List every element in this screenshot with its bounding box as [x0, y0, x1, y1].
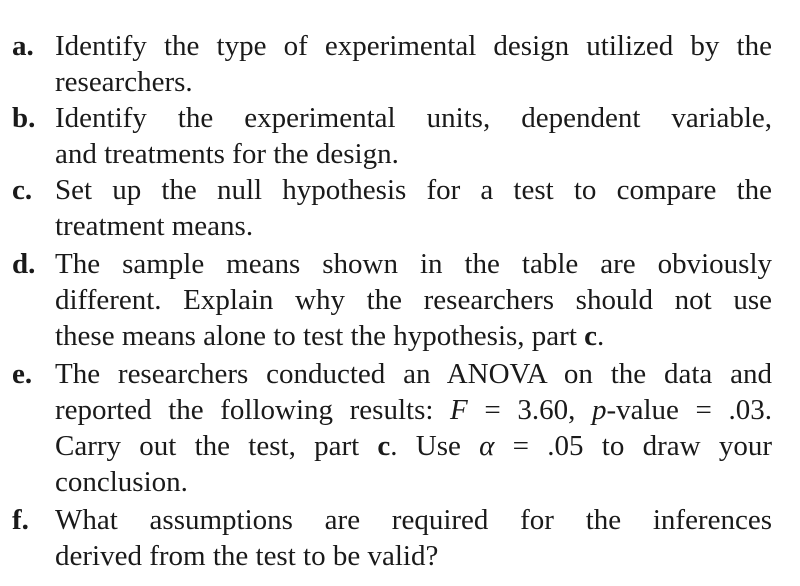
- text-span: these means alone to test the hypothesis…: [55, 320, 585, 352]
- text-span: = 3.60,: [467, 394, 592, 426]
- question-label: a.: [12, 30, 34, 62]
- question-text-line: reported the following results: F = 3.60…: [55, 392, 772, 428]
- text-span: . Use: [390, 430, 480, 462]
- question-label: f.: [12, 504, 29, 536]
- question-text-line: these means alone to test the hypothesis…: [55, 318, 772, 354]
- question-text-line: The sample means shown in the table are …: [55, 248, 772, 280]
- text-span: = .05 to draw your: [494, 430, 772, 462]
- question-text-line: Carry out the test, part c. Use α = .05 …: [55, 428, 772, 464]
- question-label: e.: [12, 358, 33, 390]
- f-statistic-symbol: F: [450, 394, 468, 426]
- question-label: b.: [12, 102, 36, 134]
- text-span: -value = .03.: [606, 394, 773, 426]
- question-text-line: researchers.: [55, 66, 193, 98]
- question-text-line: What assumptions are required for the in…: [55, 504, 772, 536]
- question-text-line: Identify the experimental units, depende…: [55, 102, 772, 134]
- part-reference: c: [584, 320, 597, 352]
- exercise-document: a. Identify the type of experimental des…: [0, 0, 800, 586]
- question-text-line: treatment means.: [55, 210, 254, 242]
- text-span: reported the following results:: [55, 394, 451, 426]
- question-text-line: conclusion.: [55, 466, 188, 498]
- question-text-line: Identify the type of experimental design…: [55, 30, 772, 62]
- p-symbol: p: [591, 394, 607, 426]
- question-text-line: derived from the test to be valid?: [55, 540, 439, 572]
- question-label: c.: [12, 174, 33, 206]
- question-text-line: different. Explain why the researchers s…: [55, 284, 772, 316]
- question-text-line: The researchers conducted an ANOVA on th…: [55, 358, 772, 390]
- text-span: .: [597, 320, 605, 352]
- question-text-line: and treatments for the design.: [55, 138, 399, 170]
- question-label: d.: [12, 248, 36, 280]
- alpha-symbol: α: [479, 430, 495, 462]
- question-text-line: Set up the null hypothesis for a test to…: [55, 174, 772, 206]
- text-span: Carry out the test, part: [55, 430, 378, 462]
- part-reference: c: [377, 430, 391, 462]
